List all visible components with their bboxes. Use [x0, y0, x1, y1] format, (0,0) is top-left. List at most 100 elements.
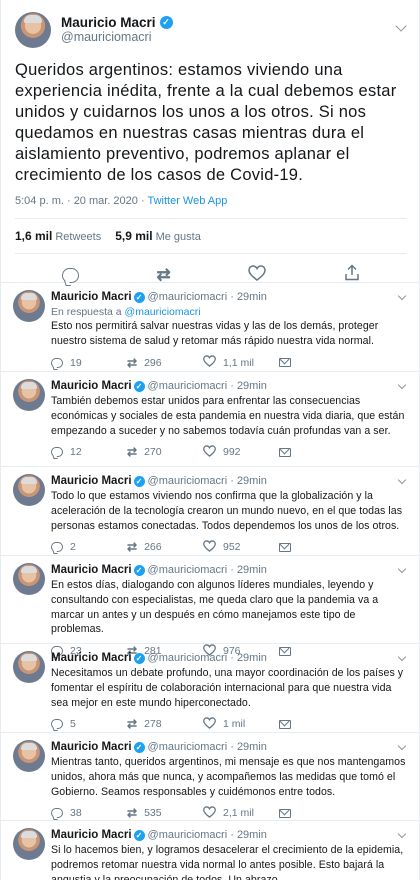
- reply-tweet[interactable]: Mauricio Macri ✓ @mauriciomacri · 29min En…: [1, 556, 419, 658]
- author-name[interactable]: Mauricio Macri: [51, 291, 132, 303]
- tweet-timestamp[interactable]: 5:04 p. m. · 20 mar. 2020 ·: [15, 195, 147, 207]
- tweet-text: Todo lo que estamos viviendo nos confirm…: [51, 490, 403, 532]
- author-name[interactable]: Mauricio Macri: [51, 652, 132, 664]
- reply-action[interactable]: 2: [51, 541, 127, 553]
- in-reply-to: En respuesta a @mauriciomacri: [51, 306, 201, 318]
- dm-action[interactable]: [279, 808, 355, 818]
- tweet-text: Esto nos permitirá salvar nuestras vidas…: [51, 320, 379, 347]
- reply-icon[interactable]: [51, 447, 63, 458]
- reply-action[interactable]: 19: [51, 357, 127, 369]
- avatar[interactable]: [13, 474, 45, 506]
- reply-icon[interactable]: [51, 719, 63, 730]
- tweet-time[interactable]: · 29min: [230, 291, 267, 303]
- reply-icon[interactable]: [51, 808, 63, 819]
- author-name[interactable]: Mauricio Macri: [51, 741, 132, 753]
- author-handle[interactable]: @mauriciomacri: [148, 652, 228, 664]
- author-handle[interactable]: @mauriciomacri: [148, 475, 228, 487]
- author-handle[interactable]: @mauriciomacri: [148, 380, 228, 392]
- tweet-time[interactable]: · 29min: [230, 741, 267, 753]
- mail-icon[interactable]: [279, 808, 291, 818]
- heart-icon[interactable]: [203, 806, 216, 821]
- like-action[interactable]: 1 mil: [203, 717, 279, 732]
- reply-tweet[interactable]: Mauricio Macri ✓ @mauriciomacri · 29min Si…: [1, 821, 419, 880]
- retweet-action[interactable]: ⇄ 270: [127, 445, 203, 459]
- avatar[interactable]: [13, 828, 45, 860]
- heart-icon[interactable]: [203, 717, 216, 732]
- dm-action[interactable]: [279, 358, 355, 368]
- retweet-count: 266: [144, 541, 162, 554]
- avatar[interactable]: [15, 12, 51, 48]
- likes-stat[interactable]: 5,9 mil Me gusta: [115, 229, 201, 243]
- reply-icon[interactable]: [51, 542, 63, 553]
- reply-action[interactable]: 12: [51, 446, 127, 458]
- tweet-time[interactable]: · 29min: [230, 475, 267, 487]
- tweet-source-app[interactable]: Twitter Web App: [147, 195, 227, 207]
- mail-icon[interactable]: [279, 542, 291, 552]
- retweet-action[interactable]: ⇄ 296: [127, 356, 203, 370]
- tweet-actions: 12 ⇄ 270 992: [51, 438, 409, 466]
- like-action[interactable]: 952: [203, 540, 279, 555]
- retweets-stat[interactable]: 1,6 mil Retweets: [15, 229, 101, 243]
- reply-count: 19: [70, 356, 82, 369]
- dm-action[interactable]: [279, 542, 355, 552]
- verified-badge-icon: ✓: [133, 381, 145, 392]
- retweet-action[interactable]: ⇄ 278: [127, 717, 203, 731]
- reply-icon[interactable]: [61, 267, 79, 283]
- like-action[interactable]: 1,1 mil: [203, 355, 279, 370]
- reply-tweet[interactable]: Mauricio Macri ✓ @mauriciomacri · 29min Ne…: [1, 644, 419, 733]
- reply-tweet[interactable]: Mauricio Macri ✓ @mauriciomacri · 29min En…: [1, 283, 419, 372]
- retweet-count: 535: [144, 807, 162, 820]
- verified-badge-icon: ✓: [133, 292, 145, 303]
- avatar[interactable]: [13, 290, 45, 322]
- reply-icon[interactable]: [51, 357, 63, 368]
- retweet-icon[interactable]: ⇄: [127, 356, 137, 370]
- retweet-icon[interactable]: ⇄: [127, 806, 137, 820]
- tweet-time[interactable]: · 29min: [230, 564, 267, 576]
- tweet-thread: Mauricio Macri ✓ @mauriciomacri Queridos…: [0, 0, 420, 880]
- reply-action[interactable]: 38: [51, 807, 127, 819]
- tweet-time[interactable]: · 29min: [230, 652, 267, 664]
- retweet-icon[interactable]: ⇄: [127, 717, 137, 731]
- like-action[interactable]: 2,1 mil: [203, 806, 279, 821]
- verified-badge-icon: ✓: [159, 16, 173, 29]
- verified-badge-icon: ✓: [133, 830, 145, 841]
- tweet-time[interactable]: · 29min: [230, 380, 267, 392]
- heart-icon[interactable]: [203, 540, 216, 555]
- reply-tweet[interactable]: Mauricio Macri ✓ @mauriciomacri · 29min To…: [1, 467, 419, 556]
- mail-icon[interactable]: [279, 447, 291, 457]
- avatar[interactable]: [13, 379, 45, 411]
- reply-count: 38: [70, 807, 82, 820]
- retweet-icon[interactable]: ⇄: [127, 540, 137, 554]
- in-reply-handle[interactable]: @mauriciomacri: [125, 306, 201, 318]
- author-handle[interactable]: @mauriciomacri: [148, 564, 228, 576]
- reply-count: 5: [70, 718, 76, 731]
- author-handle[interactable]: @mauriciomacri: [148, 291, 228, 303]
- mail-icon[interactable]: [279, 719, 291, 729]
- retweet-icon[interactable]: ⇄: [157, 266, 171, 283]
- mail-icon[interactable]: [279, 358, 291, 368]
- retweet-icon[interactable]: ⇄: [127, 445, 137, 459]
- dm-action[interactable]: [279, 719, 355, 729]
- author-handle[interactable]: @mauriciomacri: [61, 30, 173, 45]
- heart-icon[interactable]: [203, 445, 216, 460]
- retweet-action[interactable]: ⇄ 266: [127, 540, 203, 554]
- reply-tweet[interactable]: Mauricio Macri ✓ @mauriciomacri · 29min Mi…: [1, 733, 419, 821]
- like-action[interactable]: 992: [203, 445, 279, 460]
- author-handle[interactable]: @mauriciomacri: [148, 741, 228, 753]
- heart-icon[interactable]: [203, 355, 216, 370]
- author-handle[interactable]: @mauriciomacri: [148, 829, 228, 841]
- author-name[interactable]: Mauricio Macri: [51, 475, 132, 487]
- reply-tweet[interactable]: Mauricio Macri ✓ @mauriciomacri · 29min Ta…: [1, 372, 419, 467]
- author-name[interactable]: Mauricio Macri: [51, 380, 132, 392]
- avatar[interactable]: [13, 740, 45, 772]
- author-name[interactable]: Mauricio Macri: [61, 15, 156, 30]
- dm-action[interactable]: [279, 447, 355, 457]
- author-name[interactable]: Mauricio Macri: [51, 829, 132, 841]
- avatar[interactable]: [13, 563, 45, 595]
- author-name[interactable]: Mauricio Macri: [51, 564, 132, 576]
- tweet-time[interactable]: · 29min: [230, 829, 267, 841]
- retweet-action[interactable]: ⇄ 535: [127, 806, 203, 820]
- avatar[interactable]: [13, 651, 45, 683]
- reply-action[interactable]: 5: [51, 718, 127, 730]
- like-count: 1,1 mil: [223, 356, 254, 369]
